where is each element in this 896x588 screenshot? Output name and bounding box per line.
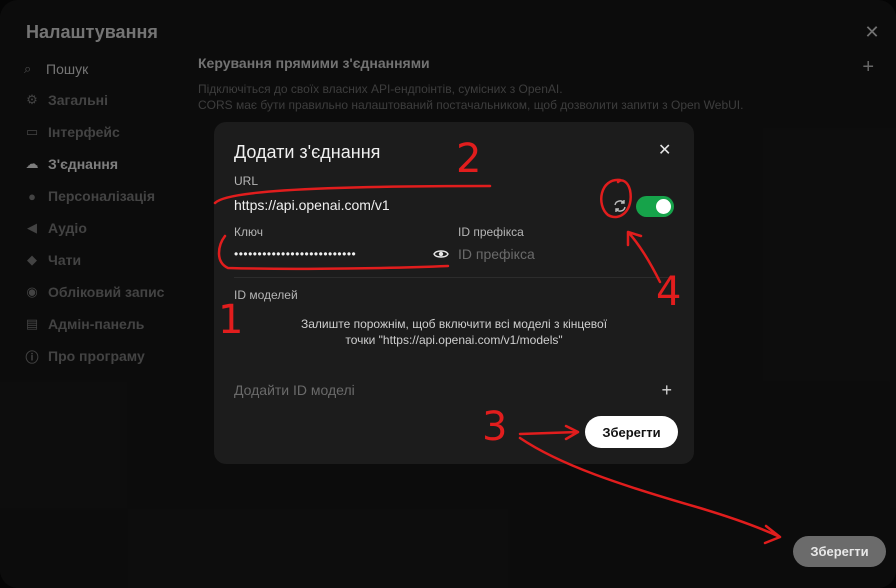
- url-input[interactable]: https://api.openai.com/v1: [234, 197, 390, 213]
- models-empty-hint: Залиште порожнім, щоб включити всі модел…: [234, 316, 674, 348]
- connection-enabled-toggle[interactable]: [636, 196, 674, 217]
- models-label: ID моделей: [234, 288, 298, 302]
- eye-icon[interactable]: [433, 247, 449, 261]
- save-connection-button[interactable]: Зберегти: [585, 416, 678, 448]
- add-model-plus-icon[interactable]: +: [661, 380, 672, 401]
- divider: [234, 277, 674, 278]
- prefix-id-input[interactable]: ID префікса: [458, 246, 535, 262]
- add-model-id-input[interactable]: Додайти ID моделі: [234, 382, 355, 398]
- models-empty-hint-line: точки "https://api.openai.com/v1/models": [345, 333, 563, 347]
- modal-title: Додати з'єднання: [234, 142, 381, 162]
- url-label: URL: [234, 174, 259, 188]
- key-label: Ключ: [234, 225, 263, 239]
- models-empty-hint-line: Залиште порожнім, щоб включити всі модел…: [300, 317, 608, 331]
- toggle-knob: [656, 199, 671, 214]
- add-connection-modal: Додати з'єднання ✕ URL https://api.opena…: [214, 122, 694, 464]
- api-key-input[interactable]: ••••••••••••••••••••••••••: [234, 247, 356, 261]
- prefix-label: ID префікса: [458, 225, 524, 239]
- refresh-icon[interactable]: [612, 198, 628, 214]
- close-icon[interactable]: ✕: [658, 143, 672, 159]
- save-settings-button[interactable]: Зберегти: [793, 536, 886, 567]
